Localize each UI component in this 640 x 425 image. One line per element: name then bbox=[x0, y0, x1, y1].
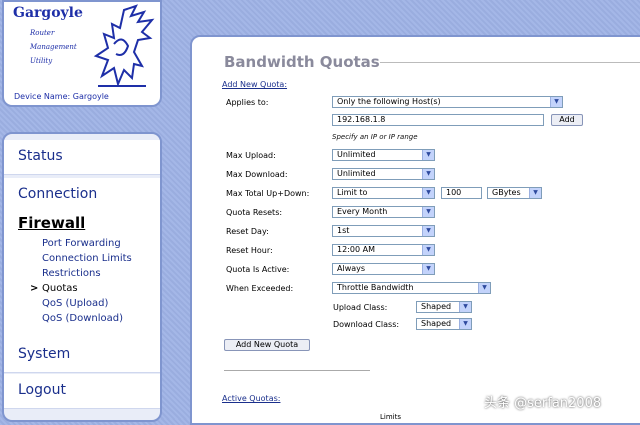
ip-hint-text: Specify an IP or IP range bbox=[332, 133, 418, 141]
chevron-down-icon: ▼ bbox=[422, 188, 434, 198]
add-new-quota-heading: Add New Quota: bbox=[222, 80, 288, 89]
title-divider bbox=[380, 62, 640, 63]
sidebar-nav: Status Connection Firewall Port Forwardi… bbox=[2, 132, 162, 422]
watermark-text: 头条 @serfan2008 bbox=[484, 396, 602, 411]
chevron-down-icon: ▼ bbox=[459, 302, 471, 312]
reset-hour-select[interactable]: 12:00 AM ▼ bbox=[332, 244, 435, 256]
select-value: Unlimited bbox=[337, 169, 376, 178]
chevron-down-icon: ▼ bbox=[422, 207, 434, 217]
sidebar-item-connection[interactable]: Connection bbox=[4, 178, 160, 213]
sidebar-subitem-restrictions[interactable]: Restrictions bbox=[42, 268, 101, 279]
max-download-label: Max Download: bbox=[226, 170, 288, 179]
sidebar-item-status[interactable]: Status bbox=[4, 140, 160, 175]
max-upload-label: Max Upload: bbox=[226, 151, 276, 160]
upload-class-select[interactable]: Shaped ▼ bbox=[416, 301, 472, 313]
when-exceeded-select[interactable]: Throttle Bandwidth ▼ bbox=[332, 282, 491, 294]
select-value: Limit to bbox=[337, 188, 368, 197]
download-class-select[interactable]: Shaped ▼ bbox=[416, 318, 472, 330]
device-name: Device Name: Gargoyle bbox=[14, 92, 109, 101]
max-upload-select[interactable]: Unlimited ▼ bbox=[332, 149, 435, 161]
max-total-label: Max Total Up+Down: bbox=[226, 189, 310, 198]
section-divider bbox=[224, 370, 370, 371]
chevron-down-icon: ▼ bbox=[422, 245, 434, 255]
select-value: GBytes bbox=[492, 188, 521, 197]
active-marker: > bbox=[30, 283, 39, 294]
max-total-amount-input[interactable]: 100 bbox=[441, 187, 482, 199]
select-value: Throttle Bandwidth bbox=[337, 283, 414, 292]
select-value: Unlimited bbox=[337, 150, 376, 159]
sidebar-item-label: Logout bbox=[18, 382, 66, 398]
chevron-down-icon: ▼ bbox=[459, 319, 471, 329]
upload-class-label: Upload Class: bbox=[333, 303, 388, 312]
select-value: Only the following Host(s) bbox=[337, 97, 441, 106]
reset-hour-label: Reset Hour: bbox=[226, 246, 273, 255]
reset-day-select[interactable]: 1st ▼ bbox=[332, 225, 435, 237]
active-quotas-heading: Active Quotas: bbox=[222, 394, 281, 403]
max-total-unit-select[interactable]: GBytes ▼ bbox=[487, 187, 542, 199]
max-total-select[interactable]: Limit to ▼ bbox=[332, 187, 435, 199]
chevron-down-icon: ▼ bbox=[422, 150, 434, 160]
sidebar-subitem-connection-limits[interactable]: Connection Limits bbox=[42, 253, 132, 264]
sidebar-subitem-qos-upload[interactable]: QoS (Upload) bbox=[42, 298, 108, 309]
select-value: 1st bbox=[337, 226, 350, 235]
max-download-select[interactable]: Unlimited ▼ bbox=[332, 168, 435, 180]
chevron-down-icon: ▼ bbox=[422, 226, 434, 236]
host-ip-input[interactable]: 192.168.1.8 bbox=[332, 114, 544, 126]
chevron-down-icon: ▼ bbox=[422, 169, 434, 179]
quota-active-label: Quota Is Active: bbox=[226, 265, 290, 274]
logo-line-router: Router bbox=[30, 29, 55, 37]
add-host-button[interactable]: Add bbox=[551, 114, 583, 126]
select-value: Shaped bbox=[421, 302, 452, 311]
sidebar-subitem-quotas[interactable]: > Quotas bbox=[30, 283, 78, 294]
quota-resets-select[interactable]: Every Month ▼ bbox=[332, 206, 435, 218]
applies-to-select[interactable]: Only the following Host(s) ▼ bbox=[332, 96, 563, 108]
sidebar-section-firewall: Firewall Port Forwarding Connection Limi… bbox=[4, 212, 160, 338]
main-panel: Bandwidth Quotas Add New Quota: Applies … bbox=[190, 35, 640, 425]
sidebar-item-label: Connection bbox=[18, 186, 98, 202]
logo-line-utility: Utility bbox=[30, 57, 53, 65]
select-value: Shaped bbox=[421, 319, 452, 328]
page-title: Bandwidth Quotas bbox=[224, 53, 380, 71]
sidebar-subitem-label: Quotas bbox=[42, 283, 78, 294]
logo-title: Gargoyle bbox=[13, 5, 83, 21]
reset-day-label: Reset Day: bbox=[226, 227, 269, 236]
sidebar-item-label: System bbox=[18, 346, 71, 362]
sidebar-item-logout[interactable]: Logout bbox=[4, 374, 160, 409]
limits-column-header: Limits bbox=[380, 413, 401, 421]
sidebar-subitem-port-forwarding[interactable]: Port Forwarding bbox=[42, 238, 121, 249]
select-value: Always bbox=[337, 264, 366, 273]
chevron-down-icon: ▼ bbox=[422, 264, 434, 274]
sidebar-item-system[interactable]: System bbox=[4, 338, 160, 373]
select-value: 12:00 AM bbox=[337, 245, 375, 254]
chevron-down-icon: ▼ bbox=[550, 97, 562, 107]
chevron-down-icon: ▼ bbox=[478, 283, 490, 293]
select-value: Every Month bbox=[337, 207, 388, 216]
quota-active-select[interactable]: Always ▼ bbox=[332, 263, 435, 275]
add-new-quota-button[interactable]: Add New Quota bbox=[224, 339, 310, 351]
logo-panel: Gargoyle Router Management Utility Devic… bbox=[2, 0, 162, 107]
sidebar-item-firewall[interactable]: Firewall bbox=[18, 214, 85, 232]
download-class-label: Download Class: bbox=[333, 320, 400, 329]
chevron-down-icon: ▼ bbox=[529, 188, 541, 198]
sidebar-subitem-qos-download[interactable]: QoS (Download) bbox=[42, 313, 123, 324]
logo-line-management: Management bbox=[30, 43, 77, 51]
sidebar-item-label: Status bbox=[18, 148, 63, 164]
when-exceeded-label: When Exceeded: bbox=[226, 284, 294, 293]
quota-resets-label: Quota Resets: bbox=[226, 208, 283, 217]
applies-to-label: Applies to: bbox=[226, 98, 269, 107]
gargoyle-dragon-icon bbox=[93, 4, 155, 88]
